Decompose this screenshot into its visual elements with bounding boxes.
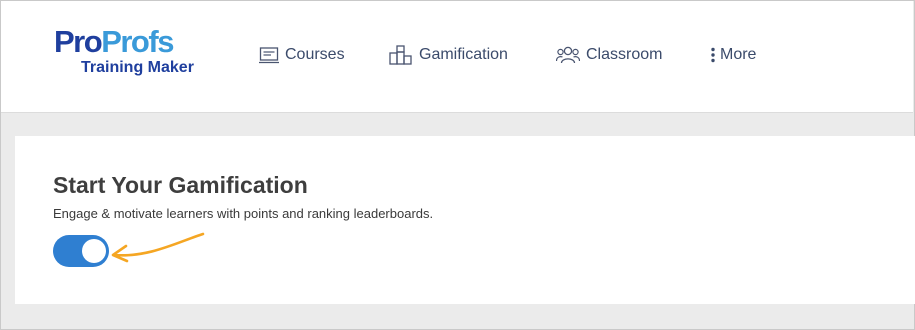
nav-label-gamification: Gamification (419, 46, 508, 63)
nav-label-classroom: Classroom (586, 46, 663, 63)
gamification-card: Start Your Gamification Engage & motivat… (15, 136, 915, 304)
classroom-icon (556, 45, 580, 65)
page-title: Start Your Gamification (53, 172, 308, 198)
more-vertical-icon (710, 46, 716, 64)
gamification-toggle[interactable] (53, 235, 109, 267)
logo-profs-text: Profs (101, 24, 174, 59)
nav-item-more[interactable]: More (710, 43, 756, 67)
annotation-arrow-icon (111, 232, 205, 263)
top-header: ProProfs Training Maker Courses Gamifica… (1, 1, 913, 113)
logo-pro-text: Pro (54, 24, 103, 59)
gamification-icon (389, 45, 413, 65)
nav-item-gamification[interactable]: Gamification (389, 43, 508, 67)
toggle-knob (82, 239, 106, 263)
nav-item-courses[interactable]: Courses (259, 43, 345, 67)
nav-label-courses: Courses (285, 46, 345, 63)
courses-icon (259, 46, 279, 64)
logo-subtitle: Training Maker (81, 59, 194, 76)
logo-wordmark: ProProfs (54, 24, 174, 59)
proprofs-logo[interactable]: ProProfs Training Maker (54, 24, 214, 79)
nav-label-more: More (720, 46, 757, 63)
page-subtitle: Engage & motivate learners with points a… (53, 206, 434, 221)
nav-item-classroom[interactable]: Classroom (556, 43, 662, 67)
